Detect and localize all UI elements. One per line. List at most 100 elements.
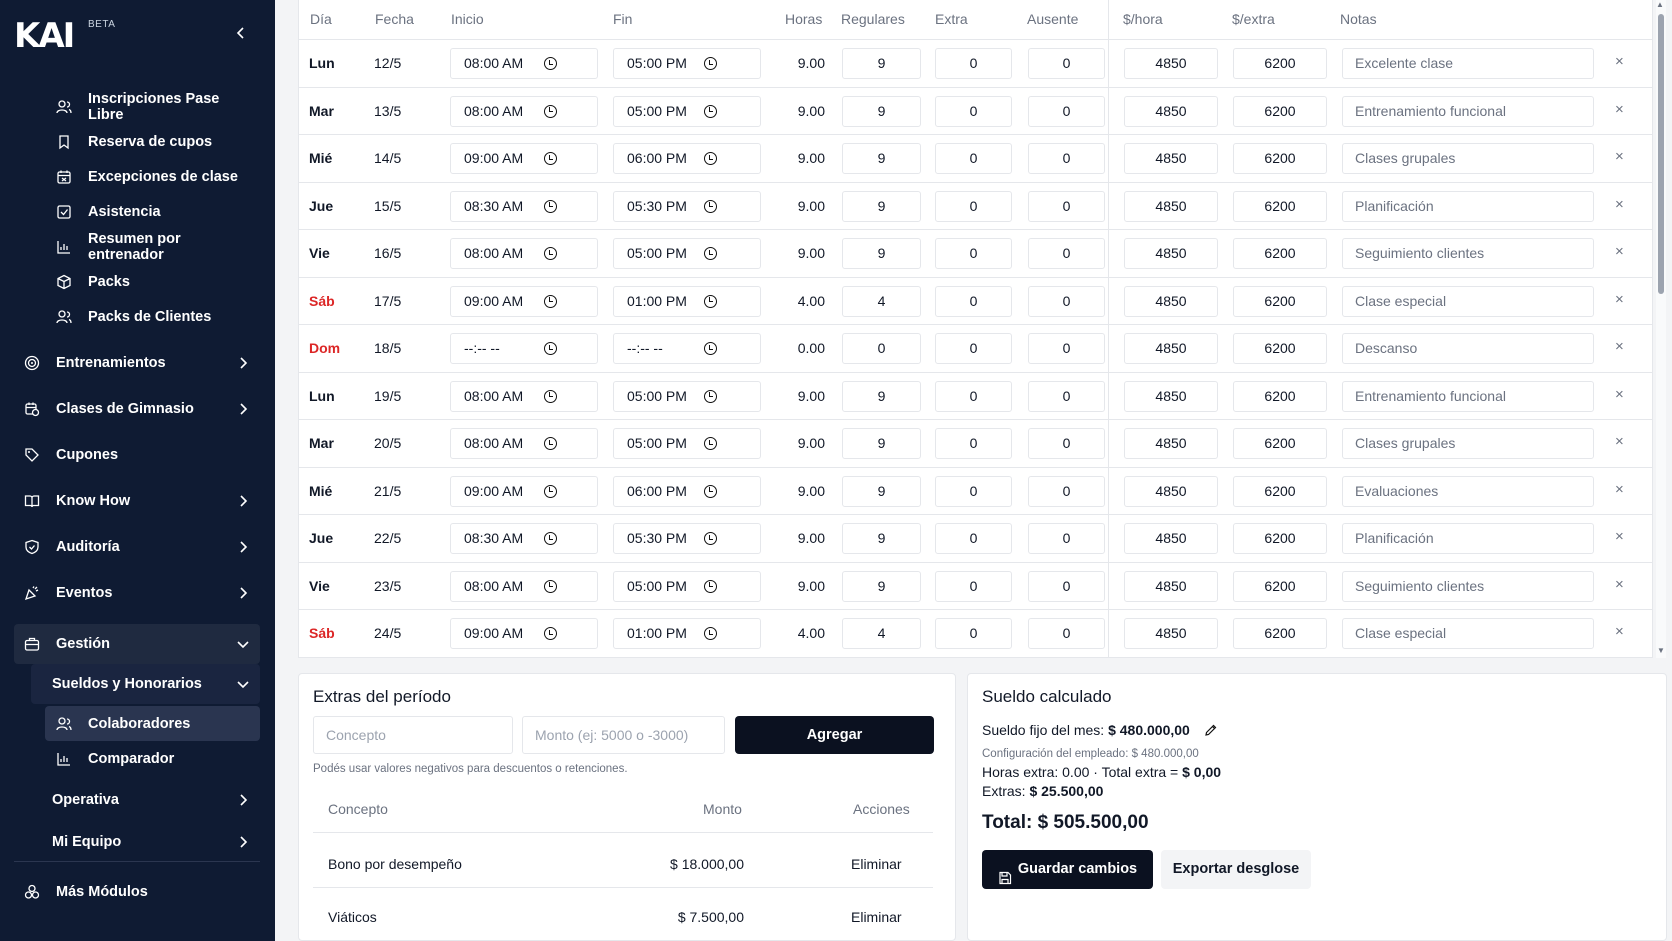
absent-hours-input[interactable]: 0 <box>1028 523 1105 554</box>
extra-rate-input[interactable]: 6200 <box>1233 618 1327 649</box>
start-time-input[interactable]: 08:30 AM <box>450 523 598 554</box>
notes-input[interactable]: Clases grupales <box>1342 143 1594 174</box>
hourly-rate-input[interactable]: 4850 <box>1124 428 1218 459</box>
save-changes-button[interactable]: Guardar cambios <box>982 850 1153 889</box>
sidebar-item-mi-equipo[interactable]: Mi Equipo <box>52 826 250 858</box>
end-time-input[interactable]: 05:00 PM <box>613 570 761 602</box>
extra-rate-input[interactable]: 6200 <box>1233 428 1327 459</box>
notes-input[interactable]: Planificación <box>1342 523 1594 554</box>
extra-hours-input[interactable]: 0 <box>935 95 1012 127</box>
end-time-input[interactable]: 05:30 PM <box>613 523 761 554</box>
clock-icon[interactable] <box>544 484 557 498</box>
absent-hours-input[interactable]: 0 <box>1028 333 1105 364</box>
absent-hours-input[interactable]: 0 <box>1028 428 1105 459</box>
extra-rate-input[interactable]: 6200 <box>1233 523 1327 554</box>
hourly-rate-input[interactable]: 4850 <box>1124 48 1218 79</box>
delete-row-icon[interactable]: × <box>1615 148 1624 165</box>
end-time-input[interactable]: 05:00 PM <box>613 95 761 127</box>
clock-icon[interactable] <box>704 294 717 308</box>
extra-rate-input[interactable]: 6200 <box>1233 475 1327 507</box>
sidebar-item-colaboradores[interactable]: Colaboradores <box>56 708 256 740</box>
clock-icon[interactable] <box>704 437 717 450</box>
hourly-rate-input[interactable]: 4850 <box>1124 618 1218 649</box>
clock-icon[interactable] <box>544 57 557 70</box>
sidebar-item-comparador[interactable]: Comparador <box>56 743 256 775</box>
end-time-input[interactable]: --:-- -- <box>613 333 761 364</box>
delete-row-icon[interactable]: × <box>1615 53 1624 70</box>
delete-row-icon[interactable]: × <box>1615 291 1624 308</box>
end-time-input[interactable]: 05:00 PM <box>613 380 761 412</box>
scroll-up-icon[interactable]: ▲ <box>1656 0 1664 9</box>
notes-input[interactable]: Seguimiento clientes <box>1342 238 1594 269</box>
extra-rate-input[interactable]: 6200 <box>1233 95 1327 127</box>
delete-row-icon[interactable]: × <box>1615 196 1624 213</box>
sidebar-item-sueldos[interactable]: Sueldos y Honorarios <box>52 668 250 700</box>
extra-hours-input[interactable]: 0 <box>935 190 1012 222</box>
clock-icon[interactable] <box>544 247 557 260</box>
extra-rate-input[interactable]: 6200 <box>1233 48 1327 79</box>
concept-input[interactable]: Concepto <box>313 716 513 754</box>
sidebar-item-clases-gimnasio[interactable]: Clases de Gimnasio <box>24 393 250 425</box>
clock-icon[interactable] <box>704 389 717 403</box>
hourly-rate-input[interactable]: 4850 <box>1124 475 1218 507</box>
end-time-input[interactable]: 05:00 PM <box>613 48 761 79</box>
absent-hours-input[interactable]: 0 <box>1028 380 1105 412</box>
absent-hours-input[interactable]: 0 <box>1028 190 1105 222</box>
regular-hours-input[interactable]: 9 <box>842 48 921 79</box>
absent-hours-input[interactable]: 0 <box>1028 570 1105 602</box>
extra-rate-input[interactable]: 6200 <box>1233 285 1327 317</box>
start-time-input[interactable]: 09:00 AM <box>450 285 598 317</box>
clock-icon[interactable] <box>544 152 557 165</box>
start-time-input[interactable]: 08:00 AM <box>450 95 598 127</box>
add-extra-button[interactable]: Agregar <box>735 716 934 754</box>
hourly-rate-input[interactable]: 4850 <box>1124 95 1218 127</box>
extra-rate-input[interactable]: 6200 <box>1233 143 1327 174</box>
kai-logo[interactable]: KAI <box>14 16 75 56</box>
sidebar-item-eventos[interactable]: Eventos <box>24 577 250 609</box>
sidebar-item-resumen[interactable]: Resumen por entrenador <box>56 231 256 263</box>
start-time-input[interactable]: 09:00 AM <box>450 618 598 649</box>
clock-icon[interactable] <box>544 294 557 308</box>
hourly-rate-input[interactable]: 4850 <box>1124 190 1218 222</box>
table-scrollbar-thumb[interactable] <box>1658 14 1664 294</box>
clock-icon[interactable] <box>544 437 557 450</box>
extra-rate-input[interactable]: 6200 <box>1233 190 1327 222</box>
extra-hours-input[interactable]: 0 <box>935 333 1012 364</box>
clock-icon[interactable] <box>704 57 717 70</box>
delete-row-icon[interactable]: × <box>1615 338 1624 355</box>
clock-icon[interactable] <box>704 247 717 260</box>
delete-row-icon[interactable]: × <box>1615 528 1624 545</box>
regular-hours-input[interactable]: 9 <box>842 570 921 602</box>
sidebar-item-gestion[interactable]: Gestión <box>24 628 250 660</box>
clock-icon[interactable] <box>704 152 717 165</box>
notes-input[interactable]: Entrenamiento funcional <box>1342 95 1594 127</box>
start-time-input[interactable]: --:-- -- <box>450 333 598 364</box>
notes-input[interactable]: Seguimiento clientes <box>1342 570 1594 602</box>
extra-hours-input[interactable]: 0 <box>935 143 1012 174</box>
notes-input[interactable]: Entrenamiento funcional <box>1342 380 1594 412</box>
sidebar-item-inscripciones[interactable]: Inscripciones Pase Libre <box>56 91 256 123</box>
regular-hours-input[interactable]: 9 <box>842 190 921 222</box>
regular-hours-input[interactable]: 9 <box>842 143 921 174</box>
hourly-rate-input[interactable]: 4850 <box>1124 143 1218 174</box>
delete-row-icon[interactable]: × <box>1615 101 1624 118</box>
sidebar-item-reserva[interactable]: Reserva de cupos <box>56 126 256 158</box>
sidebar-item-asistencia[interactable]: Asistencia <box>56 196 256 228</box>
regular-hours-input[interactable]: 9 <box>842 523 921 554</box>
end-time-input[interactable]: 01:00 PM <box>613 285 761 317</box>
regular-hours-input[interactable]: 4 <box>842 285 921 317</box>
clock-icon[interactable] <box>704 579 717 593</box>
end-time-input[interactable]: 05:30 PM <box>613 190 761 222</box>
notes-input[interactable]: Evaluaciones <box>1342 475 1594 507</box>
start-time-input[interactable]: 08:00 AM <box>450 428 598 459</box>
clock-icon[interactable] <box>704 627 717 640</box>
clock-icon[interactable] <box>704 104 717 118</box>
clock-icon[interactable] <box>544 199 557 213</box>
pencil-icon[interactable] <box>1204 723 1218 740</box>
start-time-input[interactable]: 08:00 AM <box>450 570 598 602</box>
collapse-sidebar-icon[interactable] <box>234 26 248 40</box>
extra-hours-input[interactable]: 0 <box>935 570 1012 602</box>
absent-hours-input[interactable]: 0 <box>1028 618 1105 649</box>
notes-input[interactable]: Clase especial <box>1342 285 1594 317</box>
regular-hours-input[interactable]: 9 <box>842 428 921 459</box>
